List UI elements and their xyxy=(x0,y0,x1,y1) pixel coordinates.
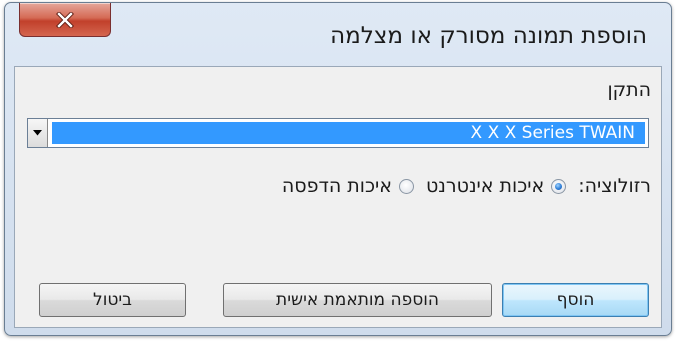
dropdown-button[interactable] xyxy=(28,119,48,147)
device-label: התקן xyxy=(607,79,651,101)
title-bar: הוספת תמונה מסורק או מצלמה xyxy=(5,3,671,59)
chevron-down-icon xyxy=(33,130,42,136)
device-selected-value: X X X Series TWAIN xyxy=(52,122,645,144)
device-dropdown[interactable]: X X X Series TWAIN xyxy=(27,118,649,148)
close-x-icon xyxy=(56,11,74,28)
dialog-content: התקן X X X Series TWAIN רזולוציה: איכות … xyxy=(14,66,662,328)
radio-print-quality[interactable]: איכות הדפסה xyxy=(282,175,414,197)
dialog-title: הוספת תמונה מסורק או מצלמה xyxy=(330,23,647,49)
radio-print-quality-label: איכות הדפסה xyxy=(281,175,392,197)
radio-web-quality[interactable]: איכות אינטרנט xyxy=(425,175,567,197)
radio-unchecked-icon[interactable] xyxy=(398,178,414,194)
custom-add-button[interactable]: הוספה מותאמת אישית xyxy=(223,283,492,317)
resolution-label: רזולוציה: xyxy=(578,175,651,197)
resolution-group: רזולוציה: איכות אינטרנט איכות הדפסה xyxy=(282,175,651,197)
radio-web-quality-label: איכות אינטרנט xyxy=(425,175,545,197)
cancel-button[interactable]: ביטול xyxy=(39,283,186,317)
add-button[interactable]: הוסף xyxy=(502,283,649,317)
close-button[interactable] xyxy=(19,3,111,37)
radio-checked-icon[interactable] xyxy=(551,178,567,194)
dialog-window: הוספת תמונה מסורק או מצלמה התקן X X X Se… xyxy=(4,2,672,336)
